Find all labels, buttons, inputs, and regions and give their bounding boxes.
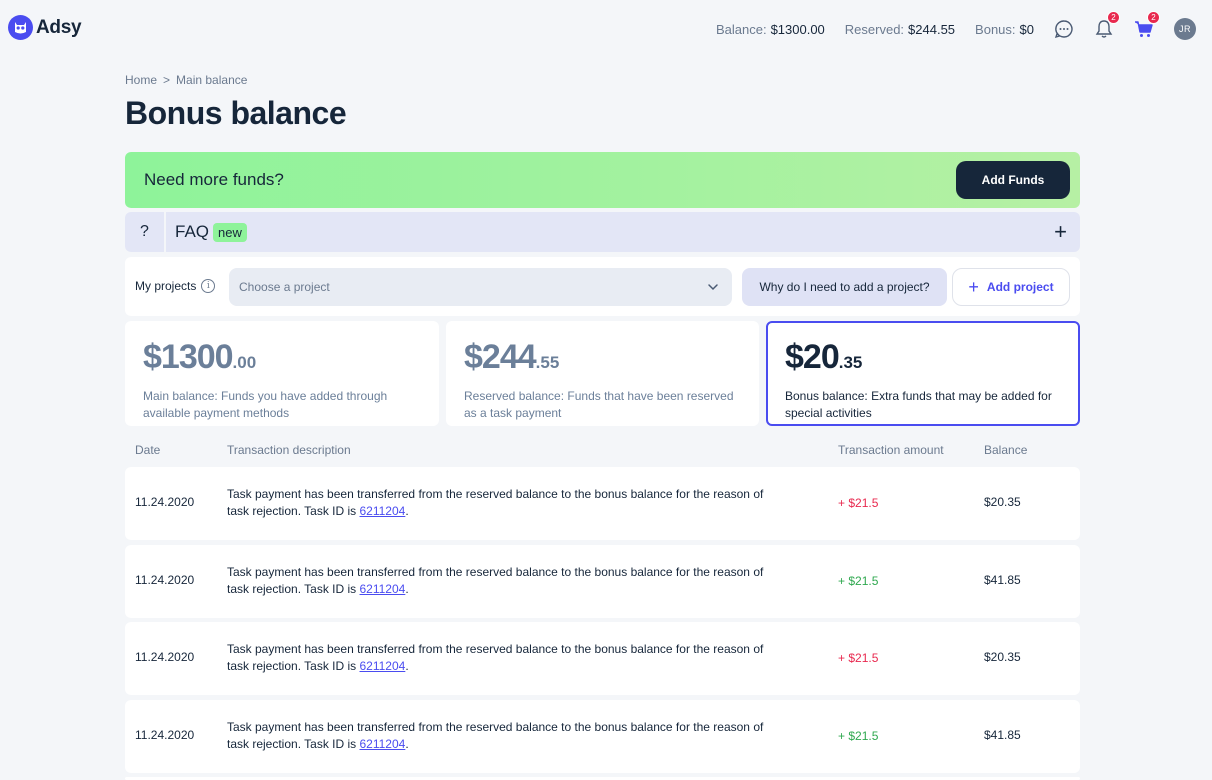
- row-balance: $20.35: [984, 650, 1021, 664]
- project-select-placeholder: Choose a project: [239, 280, 330, 294]
- table-row: 11.24.2020 Task payment has been transfe…: [125, 622, 1080, 695]
- logo-owl-icon: [8, 15, 33, 40]
- row-description: Task payment has been transferred from t…: [227, 486, 777, 520]
- task-id-link[interactable]: 6211204: [360, 582, 406, 596]
- col-amount: Transaction amount: [838, 443, 944, 457]
- amount-whole: $20: [785, 338, 840, 376]
- header-balance: Balance: $1300.00: [716, 22, 825, 37]
- row-desc-period: .: [405, 582, 409, 596]
- header-reserved-label: Reserved:: [844, 21, 905, 37]
- row-desc-text: Task payment has been transferred from t…: [227, 487, 764, 518]
- cart-badge: 2: [1147, 11, 1160, 24]
- col-date: Date: [135, 443, 161, 457]
- header-right: Balance: $1300.00 Reserved: $244.55 Bonus:…: [716, 11, 1212, 43]
- row-desc-period: .: [405, 659, 409, 673]
- col-description: Transaction description: [227, 443, 351, 457]
- table-row: 11.24.2020 Task payment has been transfe…: [125, 700, 1080, 773]
- row-desc-text: Task payment has been transferred from t…: [227, 565, 764, 596]
- reserved-balance-amount: $244.55: [464, 338, 741, 382]
- amount-whole: $1300: [143, 338, 234, 376]
- table-row: 11.24.2020 Task payment has been transfe…: [125, 545, 1080, 618]
- col-balance: Balance: [984, 443, 1028, 457]
- project-select[interactable]: Choose a project: [229, 268, 732, 306]
- avatar[interactable]: JR: [1174, 18, 1196, 40]
- add-project-button[interactable]: + Add project: [952, 268, 1070, 306]
- add-funds-button[interactable]: Add Funds: [956, 161, 1070, 199]
- bonus-balance-amount: $20.35: [785, 338, 1062, 382]
- info-icon[interactable]: i: [201, 279, 216, 293]
- chevron-down-icon: [708, 284, 718, 291]
- row-balance: $20.35: [984, 495, 1021, 509]
- faq-accordion[interactable]: ? FAQ new +: [125, 212, 1080, 252]
- notifications-badge: 2: [1107, 11, 1120, 24]
- header-reserved: Reserved: $244.55: [845, 22, 955, 37]
- logo[interactable]: Adsy: [8, 15, 82, 40]
- row-date: 11.24.2020: [135, 650, 195, 664]
- row-date: 11.24.2020: [135, 573, 195, 587]
- header-bonus-label: Bonus:: [975, 21, 1016, 37]
- funds-banner-text: Need more funds?: [144, 170, 284, 189]
- why-add-project-button[interactable]: Why do I need to add a project?: [742, 268, 947, 306]
- row-description: Task payment has been transferred from t…: [227, 641, 777, 675]
- main-balance-amount: $1300.00: [143, 338, 421, 382]
- row-amount: + $21.5: [838, 651, 879, 665]
- header-reserved-value: $244.55: [908, 21, 956, 37]
- reserved-balance-card[interactable]: $244.55 Reserved balance: Funds that hav…: [446, 321, 759, 426]
- breadcrumb-separator: >: [163, 73, 171, 87]
- faq-label: FAQ: [175, 222, 210, 241]
- row-desc-period: .: [405, 504, 409, 518]
- row-balance: $41.85: [984, 728, 1021, 742]
- header-balance-value: $1300.00: [770, 21, 825, 37]
- main-balance-card[interactable]: $1300.00 Main balance: Funds you have ad…: [125, 321, 439, 426]
- row-balance: $41.85: [984, 573, 1021, 587]
- my-projects-label: My projects i: [135, 279, 216, 293]
- main-balance-description: Main balance: Funds you have added throu…: [143, 389, 388, 420]
- breadcrumb: Home > Main balance: [125, 73, 247, 87]
- projects-bar: My projects i Choose a project Why do I …: [125, 257, 1080, 316]
- add-project-label: Add project: [986, 280, 1054, 294]
- breadcrumb-home[interactable]: Home: [125, 73, 157, 87]
- amount-cents: .35: [838, 353, 863, 372]
- top-bar: Adsy Balance: $1300.00 Reserved: $244.55 B…: [0, 0, 1212, 56]
- header-bonus-value: $0: [1019, 21, 1034, 37]
- header-bonus: Bonus: $0: [975, 22, 1034, 37]
- row-description: Task payment has been transferred from t…: [227, 564, 777, 598]
- faq-new-badge: new: [213, 222, 247, 242]
- row-amount: + $21.5: [838, 496, 879, 510]
- row-amount: + $21.5: [838, 729, 879, 743]
- row-date: 11.24.2020: [135, 495, 195, 509]
- row-amount: + $21.5: [838, 574, 879, 588]
- breadcrumb-current: Main balance: [176, 73, 248, 87]
- header-balance-label: Balance:: [715, 21, 767, 37]
- plus-icon: +: [968, 277, 979, 297]
- row-date: 11.24.2020: [135, 728, 195, 742]
- my-projects-text: My projects: [135, 279, 197, 293]
- row-desc-period: .: [405, 737, 409, 751]
- task-id-link[interactable]: 6211204: [360, 659, 406, 673]
- amount-whole: $244: [464, 338, 537, 376]
- task-id-link[interactable]: 6211204: [360, 737, 406, 751]
- amount-cents: .00: [232, 353, 257, 372]
- cart-icon[interactable]: 2: [1134, 11, 1160, 39]
- funds-banner: Need more funds? Add Funds: [125, 152, 1080, 208]
- task-id-link[interactable]: 6211204: [360, 504, 406, 518]
- row-desc-text: Task payment has been transferred from t…: [227, 720, 764, 751]
- page-title: Bonus balance: [125, 95, 347, 131]
- balance-cards: $1300.00 Main balance: Funds you have ad…: [125, 321, 1080, 426]
- chat-icon[interactable]: [1054, 19, 1074, 39]
- logo-text: Adsy: [36, 16, 82, 38]
- expand-plus-icon[interactable]: +: [1054, 221, 1067, 243]
- table-header: Date Transaction description Transaction…: [125, 443, 1080, 459]
- table-row: 11.24.2020 Task payment has been transfe…: [125, 467, 1080, 540]
- reserved-balance-description: Reserved balance: Funds that have been r…: [464, 389, 734, 420]
- bonus-balance-description: Bonus balance: Extra funds that may be a…: [785, 389, 1052, 420]
- question-icon: ?: [125, 212, 166, 252]
- row-description: Task payment has been transferred from t…: [227, 719, 777, 753]
- row-desc-text: Task payment has been transferred from t…: [227, 642, 764, 673]
- bell-icon[interactable]: 2: [1094, 11, 1120, 39]
- bonus-balance-card[interactable]: $20.35 Bonus balance: Extra funds that m…: [766, 321, 1080, 426]
- amount-cents: .55: [535, 353, 560, 372]
